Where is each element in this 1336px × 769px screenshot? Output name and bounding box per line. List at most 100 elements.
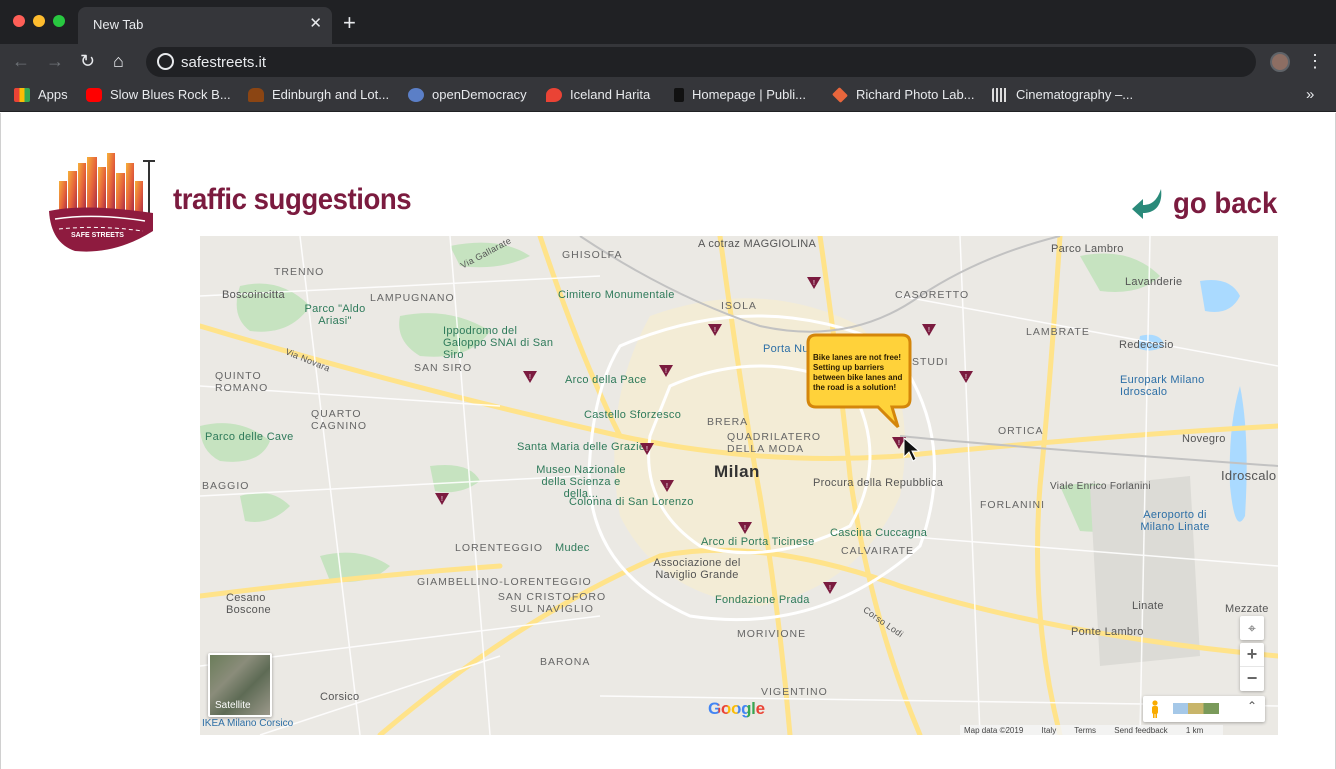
suggestion-marker[interactable]: ! [659,364,673,377]
map-label: TRENNO [274,266,325,278]
bookmark-label: Apps [38,87,68,102]
svg-text:!: ! [744,525,746,532]
apps-grid-icon [14,87,30,102]
maximize-window-button[interactable] [53,15,65,27]
url-text[interactable]: safestreets.it [181,54,266,71]
address-bar[interactable]: safestreets.it [146,47,1256,77]
profile-avatar[interactable] [1270,52,1290,72]
map-label: LORENTEGGIO [455,542,544,554]
go-back-button[interactable]: go back [1129,185,1286,223]
diamond-icon [832,86,848,103]
suggestion-marker[interactable]: ! [959,370,973,383]
svg-text:!: ! [714,327,716,334]
boot-icon [248,87,264,102]
suggestion-marker[interactable]: ! [523,370,537,383]
expand-icon[interactable]: ⌃ [1247,699,1257,713]
map-label: LAMBRATE [1026,326,1090,338]
pegman-icon[interactable] [1150,700,1160,718]
cursor-arrow-icon [903,437,921,462]
map-label: Boscoincitta [222,289,285,301]
map-label: Museo Nazionale della Scienza e della... [536,464,626,500]
bookmark-label: Iceland Harita [570,87,651,102]
map-label: BAGGIO [202,480,250,492]
suggestion-text: Bike lanes are not free! Setting up barr… [813,353,903,392]
back-arrow-icon[interactable]: ← [12,50,30,72]
bird-icon [408,87,424,102]
menu-dots-icon[interactable]: ⋮ [1306,50,1324,72]
logo-text: SAFE STREETS [71,232,124,239]
map-label: Novegro [1182,433,1226,445]
map-label: Parco "Aldo Ariasi" [304,303,366,327]
bookmarks-more-icon[interactable]: » [1306,86,1314,103]
map-label: Colonna di San Lorenzo [569,496,694,508]
my-location-button[interactable]: ⌖ [1240,616,1264,640]
reload-icon[interactable]: ↻ [80,50,95,72]
bookmark-iceland[interactable]: Iceland Harita [546,87,650,102]
browser-tab[interactable]: New Tab ✕ [78,7,332,44]
minimize-window-button[interactable] [33,15,45,27]
page-content: SAFE STREETS traffic suggestions go back [0,113,1336,769]
bookmark-cinematography[interactable]: Cinematography –... [992,87,1133,102]
svg-text:!: ! [898,440,900,447]
svg-text:!: ! [529,374,531,381]
scale-label[interactable]: 1 km [1186,726,1203,735]
tab-title: New Tab [93,17,144,32]
bookmark-edinburgh[interactable]: Edinburgh and Lot... [248,87,389,102]
svg-text:!: ! [813,280,815,287]
map-label: Fondazione Prada [715,594,810,606]
suggestion-marker[interactable]: ! [660,479,674,492]
map-label: Arco della Pace [565,374,647,386]
svg-text:!: ! [965,374,967,381]
map-label: ISOLA [721,300,757,312]
map-type-panel: ⌃ [1143,696,1265,722]
browser-toolbar: ← → ↻ ⌂ safestreets.it ⋮ [0,44,1336,80]
map-label: FORLANINI [980,499,1046,511]
send-feedback-link[interactable]: Send feedback [1114,726,1167,735]
map-label: A cotraz MAGGIOLINA [698,238,817,250]
google-logo: Google [708,699,765,719]
zoom-out-button[interactable]: − [1240,667,1264,691]
bookmark-homepage[interactable]: Homepage | Publi... [674,87,806,102]
suggestion-marker[interactable]: ! [738,521,752,534]
suggestion-marker[interactable]: ! [807,276,821,289]
new-tab-button[interactable]: + [343,12,356,34]
youtube-icon [86,87,102,102]
safestreets-logo[interactable]: SAFE STREETS [45,151,157,255]
forward-arrow-icon[interactable]: → [46,50,64,72]
suggestion-marker[interactable]: ! [922,323,936,336]
svg-text:!: ! [665,368,667,375]
home-icon[interactable]: ⌂ [113,50,124,72]
map-label: Procura della Repubblica [813,477,944,489]
svg-text:!: ! [666,483,668,490]
suggestion-marker[interactable]: ! [823,581,837,594]
terms-link[interactable]: Terms [1074,726,1096,735]
bookmark-richard-photo[interactable]: Richard Photo Lab... [832,86,975,103]
bookmark-label: Cinematography –... [1016,87,1134,102]
suggestion-marker[interactable]: ! [435,492,449,505]
map-label: LAMPUGNANO [370,292,455,304]
zoom-in-button[interactable]: + [1240,643,1264,667]
bookmark-label: openDemocracy [432,87,527,102]
bookmark-opendemocracy[interactable]: openDemocracy [408,87,527,102]
google-logo-text: Google [708,699,765,718]
suggestion-marker[interactable]: ! [640,442,654,455]
svg-text:!: ! [829,585,831,592]
go-back-label: go back [1173,187,1278,220]
bookmark-apps[interactable]: Apps [14,87,68,102]
map-label: Ponte Lambro [1071,626,1144,638]
zoom-controls: + − [1240,643,1264,691]
bookmark-slow-blues[interactable]: Slow Blues Rock B... [86,87,231,102]
map-type-thumbnails[interactable] [1173,703,1219,714]
close-window-button[interactable] [13,15,25,27]
country-link[interactable]: Italy [1042,726,1057,735]
traffic-map[interactable]: GHISOLFA A cotraz MAGGIOLINA Parco Lambr… [200,236,1278,735]
map-label: Viale Enrico Forlanini [1050,481,1151,492]
map-label: GHISOLFA [562,249,623,261]
tab-close-icon[interactable]: ✕ [309,15,322,33]
satellite-toggle-button[interactable]: Satellite [208,653,272,717]
globe-icon [157,53,174,70]
map-label: QUARTO CAGNINO [311,408,368,432]
bookmark-label: Edinburgh and Lot... [272,87,390,102]
bookmark-label: Homepage | Publi... [692,87,806,102]
suggestion-marker[interactable]: ! [708,323,722,336]
